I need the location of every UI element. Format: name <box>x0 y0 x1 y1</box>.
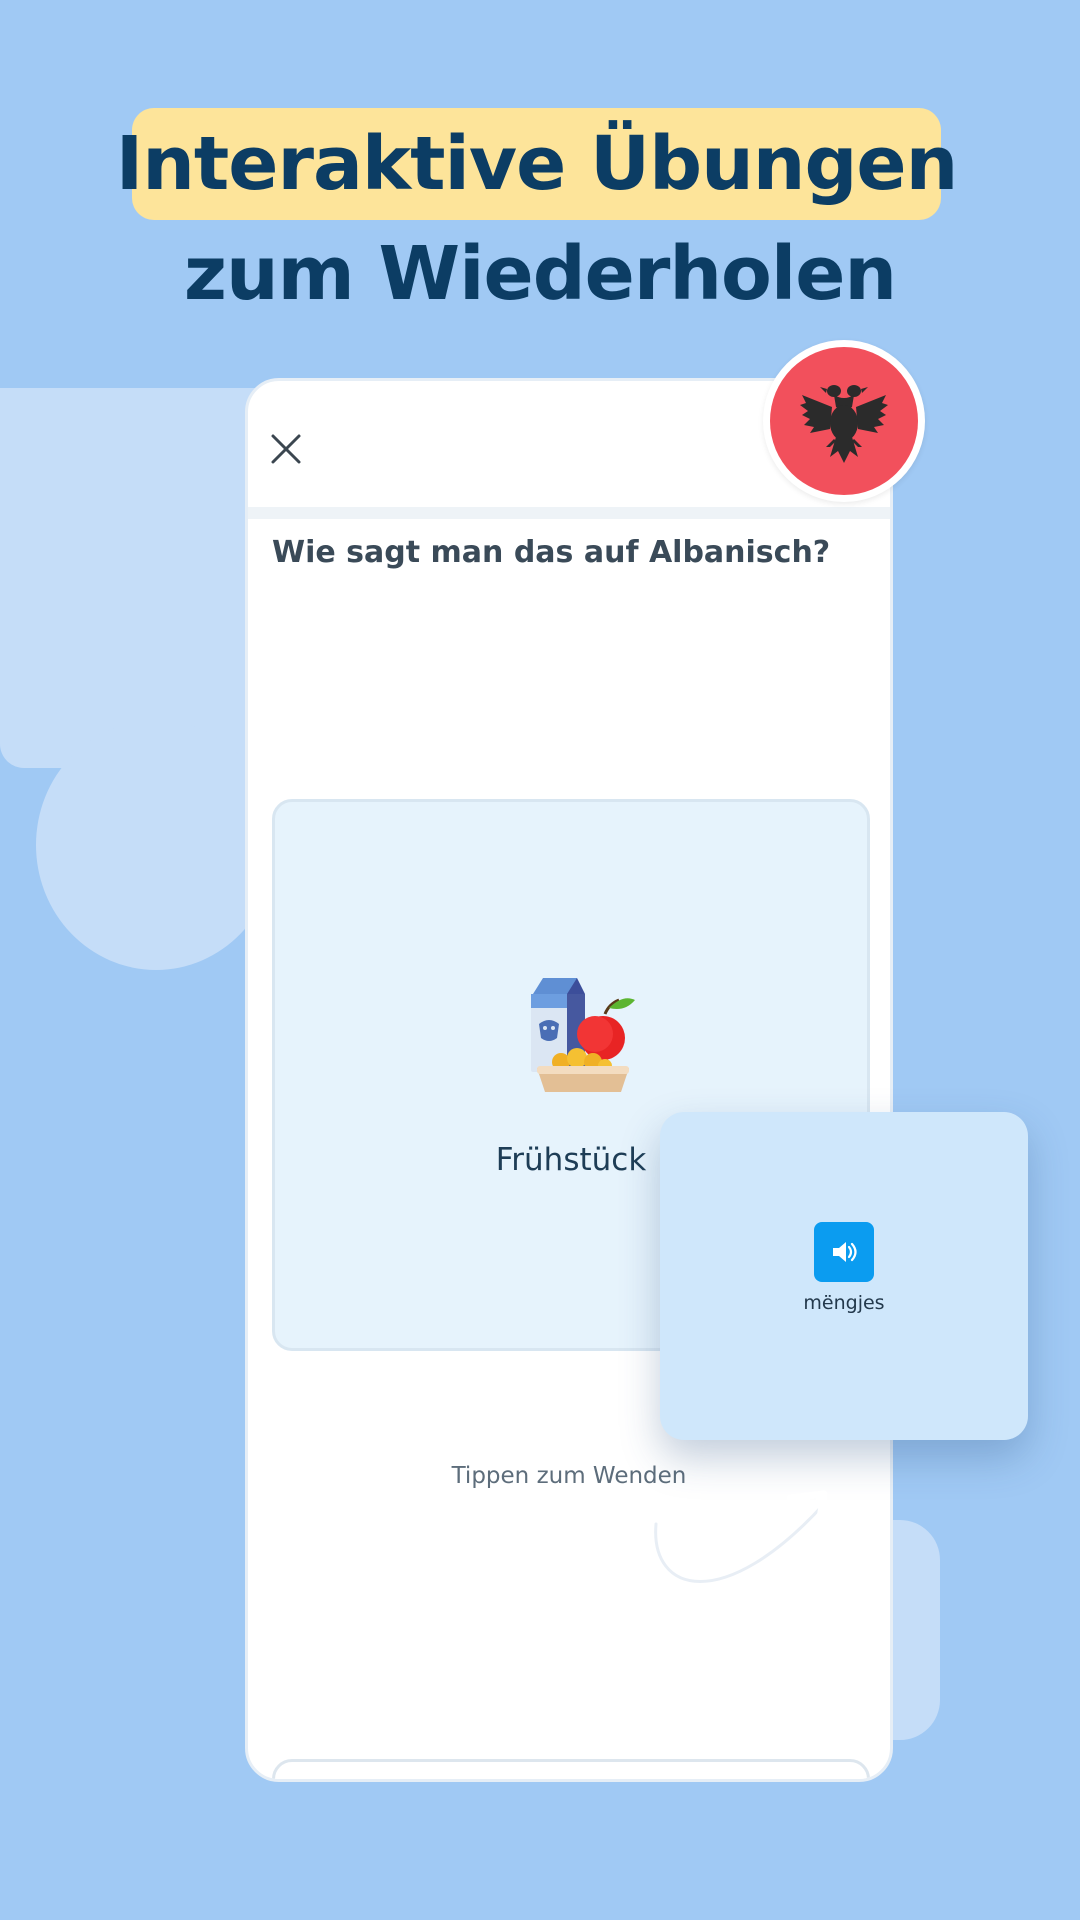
language-flag <box>763 340 925 502</box>
play-audio-button[interactable] <box>814 1222 874 1282</box>
headline-subtitle: zum Wiederholen <box>183 231 897 317</box>
next-card-edge <box>272 1759 870 1779</box>
curved-arrow-icon <box>648 1490 828 1583</box>
double-headed-eagle-icon <box>800 385 888 463</box>
speaker-icon <box>833 1242 857 1262</box>
flashcard-back[interactable]: mëngjes <box>660 1112 1028 1440</box>
answer-word: mëngjes <box>803 1292 885 1314</box>
progress-bar <box>248 507 890 519</box>
albania-flag-icon <box>770 347 918 495</box>
close-icon <box>271 434 301 464</box>
breakfast-icon <box>531 978 635 1092</box>
headline-highlighted: Interaktive Übungen <box>116 108 958 220</box>
background-shape <box>36 720 276 970</box>
close-button[interactable] <box>268 431 304 467</box>
exercise-prompt: Wie sagt man das auf Albanisch? <box>272 535 831 570</box>
